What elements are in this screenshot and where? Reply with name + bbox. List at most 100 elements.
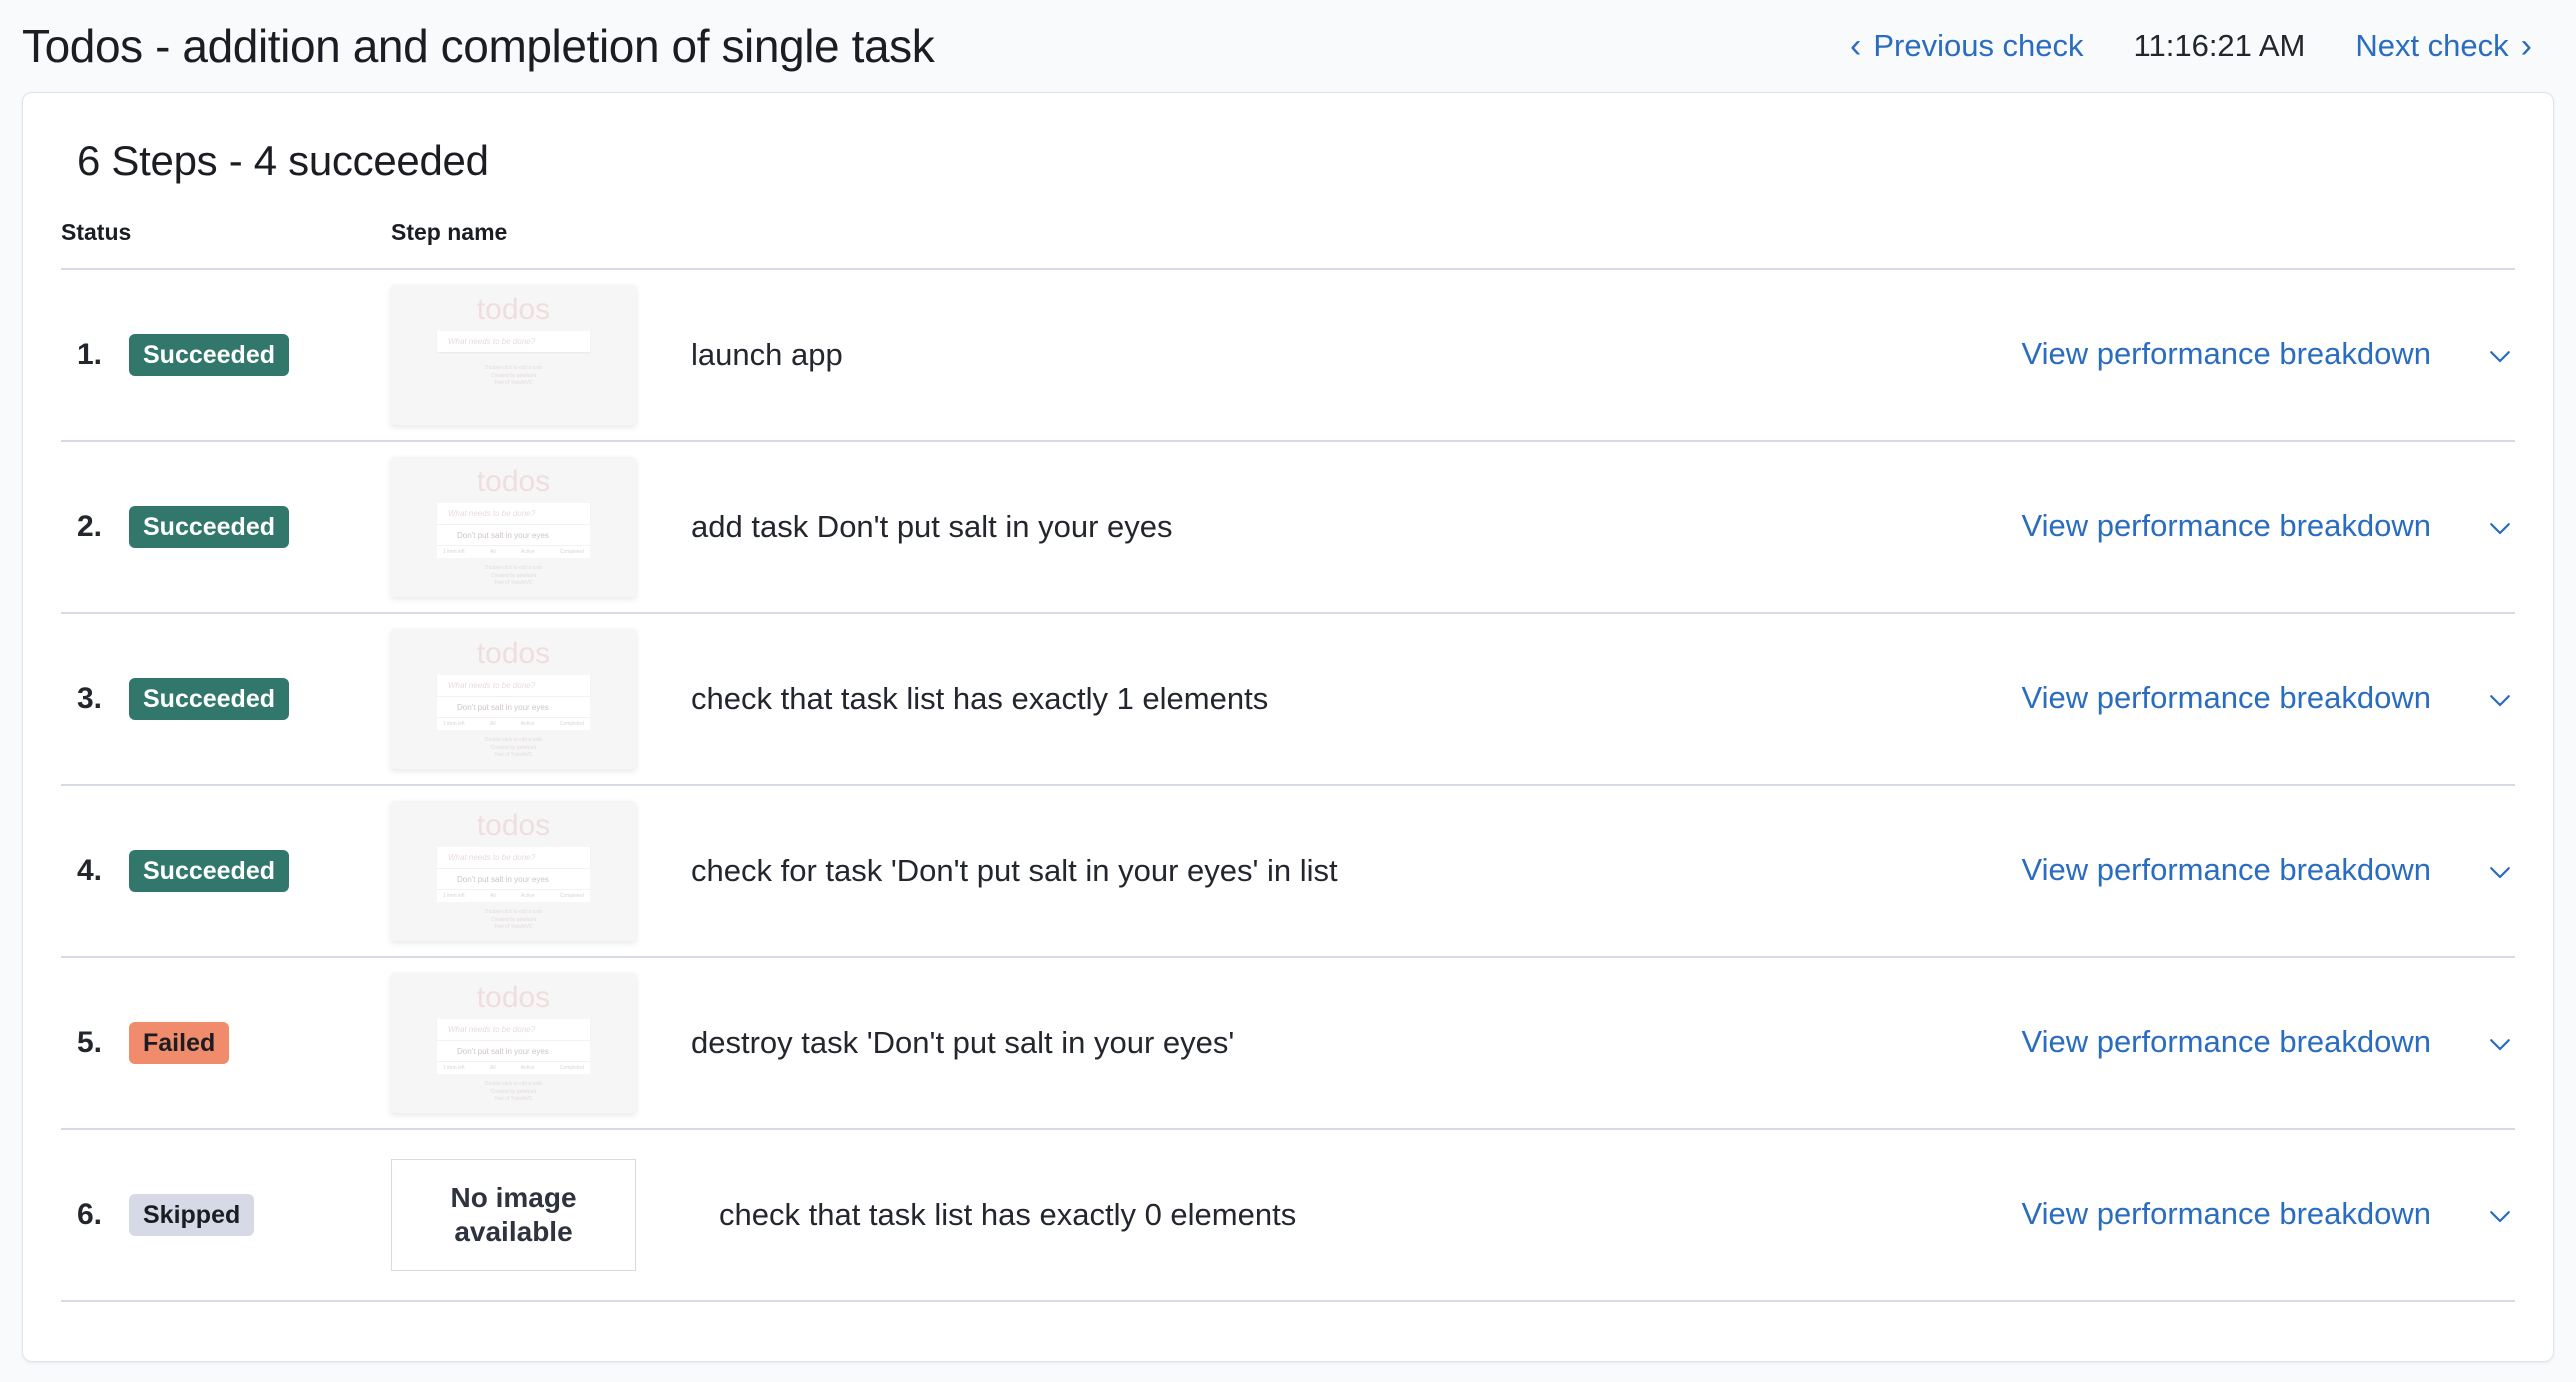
chevron-down-icon[interactable] — [2485, 685, 2515, 715]
thumbnail-inner: todos What needs to be done? Don't put s… — [391, 629, 636, 769]
thumbnail-todo-item: Don't put salt in your eyes — [437, 868, 590, 889]
step-screenshot-thumbnail[interactable]: todos What needs to be done? Don't put s… — [391, 629, 636, 769]
step-screenshot-thumbnail[interactable]: todos What needs to be done? Double-clic… — [391, 285, 636, 425]
thumbnail-credits: Double-click to edit a todo Created by p… — [391, 565, 636, 588]
thumbnail-new-todo-input: What needs to be done? — [437, 503, 590, 524]
thumbnail-new-todo-input: What needs to be done? — [437, 1019, 590, 1040]
view-performance-breakdown-link[interactable]: View performance breakdown — [2021, 852, 2431, 887]
thumbnail-todo-item-label: Don't put salt in your eyes — [457, 702, 549, 712]
table-row[interactable]: 4. Succeeded todos What needs to be done… — [61, 785, 2515, 958]
no-image-placeholder: No image available — [391, 1159, 636, 1271]
thumbnail-app-title: todos — [476, 465, 551, 498]
chevron-down-icon[interactable] — [2485, 513, 2515, 543]
table-row[interactable]: 5. Failed todos What needs to be done? D… — [61, 957, 2515, 1130]
steps-summary-title: 6 Steps - 4 succeeded — [77, 137, 489, 184]
view-performance-breakdown-link[interactable]: View performance breakdown — [2021, 508, 2431, 543]
thumbnail-todo-footer: 1 item left All Active Completed — [437, 717, 590, 730]
thumbnail-items-left: 1 item left — [443, 549, 465, 555]
step-thumbnail-cell: todos What needs to be done? Don't put s… — [391, 441, 691, 614]
step-number: 2. — [77, 510, 103, 543]
no-image-line-2: available — [454, 1216, 573, 1247]
step-screenshot-thumbnail[interactable]: todos What needs to be done? Don't put s… — [391, 801, 636, 941]
thumbnail-app-title: todos — [476, 293, 551, 326]
thumbnail-new-todo-input: What needs to be done? — [437, 675, 590, 696]
thumbnail-filter-all: All — [490, 893, 496, 899]
step-thumbnail-cell: No image available — [391, 1129, 691, 1302]
thumbnail-inner: todos What needs to be done? Don't put s… — [391, 973, 636, 1113]
thumbnail-new-todo-input: What needs to be done? — [437, 331, 590, 352]
step-actions-cell: View performance breakdown — [1725, 957, 2515, 1130]
step-name: check that task list has exactly 1 eleme… — [691, 613, 1726, 786]
steps-table: Status Step name 1. Succeeded todos What… — [61, 219, 2515, 1302]
thumbnail-app-title: todos — [476, 981, 551, 1014]
thumbnail-todo-item: Don't put salt in your eyes — [437, 524, 590, 545]
thumbnail-input-placeholder: What needs to be done? — [448, 681, 536, 690]
step-status-cell: 1. Succeeded — [61, 269, 391, 442]
chevron-down-icon[interactable] — [2485, 1029, 2515, 1059]
step-number: 3. — [77, 682, 103, 715]
step-name: check for task 'Don't put salt in your e… — [691, 785, 1726, 958]
thumbnail-new-todo-input: What needs to be done? — [437, 847, 590, 868]
thumbnail-todo-item: Don't put salt in your eyes — [437, 1040, 590, 1061]
step-actions-cell: View performance breakdown — [1725, 785, 2515, 958]
view-performance-breakdown-link[interactable]: View performance breakdown — [2021, 1024, 2431, 1059]
step-actions-cell: View performance breakdown — [1725, 1129, 2515, 1302]
table-row[interactable]: 2. Succeeded todos What needs to be done… — [61, 441, 2515, 614]
chevron-down-icon[interactable] — [2485, 857, 2515, 887]
thumbnail-filter-active: Active — [520, 893, 535, 899]
step-actions-cell: View performance breakdown — [1725, 613, 2515, 786]
view-performance-breakdown-link[interactable]: View performance breakdown — [2021, 336, 2431, 371]
thumbnail-filter-completed: Completed — [559, 1065, 584, 1071]
step-number: 6. — [77, 1198, 103, 1231]
thumbnail-credit-line-1: Double-click to edit a todo — [484, 737, 543, 743]
table-row[interactable]: 6. Skipped No image available check that… — [61, 1129, 2515, 1302]
thumbnail-todo-item-label: Don't put salt in your eyes — [457, 874, 549, 884]
step-name: check that task list has exactly 0 eleme… — [691, 1129, 1726, 1302]
thumbnail-credit-line-2: Created by petehunt — [490, 572, 537, 579]
step-number: 1. — [77, 338, 103, 371]
column-header-actions — [1725, 219, 2515, 270]
thumbnail-credits: Double-click to edit a todo Created by p… — [391, 909, 636, 932]
thumbnail-filter-all: All — [490, 1065, 496, 1071]
thumbnail-credit-line-2: Created by petehunt — [490, 1088, 537, 1095]
thumbnail-filter-active: Active — [520, 1065, 535, 1071]
steps-card: 6 Steps - 4 succeeded Status Step name 1… — [22, 92, 2554, 1362]
page-title: Todos - addition and completion of singl… — [22, 20, 935, 72]
step-screenshot-thumbnail[interactable]: todos What needs to be done? Don't put s… — [391, 457, 636, 597]
thumbnail-todo-item-label: Don't put salt in your eyes — [457, 1046, 549, 1056]
view-performance-breakdown-link[interactable]: View performance breakdown — [2021, 1196, 2431, 1231]
thumbnail-credit-line-3: Part of TodoMVC — [494, 752, 533, 758]
thumbnail-credit-line-3: Part of TodoMVC — [494, 380, 533, 386]
step-number: 5. — [77, 1026, 103, 1059]
thumbnail-filter-all: All — [490, 549, 496, 555]
chevron-down-icon[interactable] — [2485, 1201, 2515, 1231]
thumbnail-credit-line-1: Double-click to edit a todo — [484, 365, 543, 371]
step-thumbnail-cell: todos What needs to be done? Double-clic… — [391, 269, 691, 442]
thumbnail-filter-all: All — [490, 721, 496, 727]
status-badge: Skipped — [129, 1193, 255, 1237]
step-status-cell: 6. Skipped — [61, 1129, 391, 1302]
previous-check-link[interactable]: Previous check — [1867, 28, 2089, 64]
table-row[interactable]: 3. Succeeded todos What needs to be done… — [61, 613, 2515, 786]
chevron-down-icon[interactable] — [2485, 341, 2515, 371]
table-row[interactable]: 1. Succeeded todos What needs to be done… — [61, 269, 2515, 442]
chevron-left-icon[interactable]: ‹ — [1844, 29, 1867, 63]
thumbnail-credits: Double-click to edit a todo Created by p… — [391, 737, 636, 760]
thumbnail-credit-line-1: Double-click to edit a todo — [484, 565, 543, 571]
thumbnail-filter-completed: Completed — [559, 721, 584, 727]
thumbnail-app-title: todos — [476, 637, 551, 670]
thumbnail-items-left: 1 item left — [443, 1065, 465, 1071]
thumbnail-credit-line-2: Created by petehunt — [490, 744, 537, 751]
chevron-right-icon[interactable]: › — [2515, 29, 2538, 63]
column-header-step-name: Step name — [391, 219, 691, 270]
thumbnail-todo-footer: 1 item left All Active Completed — [437, 1061, 590, 1074]
next-check-link[interactable]: Next check — [2349, 28, 2514, 64]
thumbnail-filter-active: Active — [520, 721, 535, 727]
step-name: add task Don't put salt in your eyes — [691, 441, 1726, 614]
step-screenshot-thumbnail[interactable]: todos What needs to be done? Don't put s… — [391, 973, 636, 1113]
thumbnail-input-placeholder: What needs to be done? — [448, 509, 536, 518]
view-performance-breakdown-link[interactable]: View performance breakdown — [2021, 680, 2431, 715]
step-status-cell: 5. Failed — [61, 957, 391, 1130]
thumbnail-todo-footer: 1 item left All Active Completed — [437, 889, 590, 902]
status-badge: Succeeded — [129, 677, 290, 721]
